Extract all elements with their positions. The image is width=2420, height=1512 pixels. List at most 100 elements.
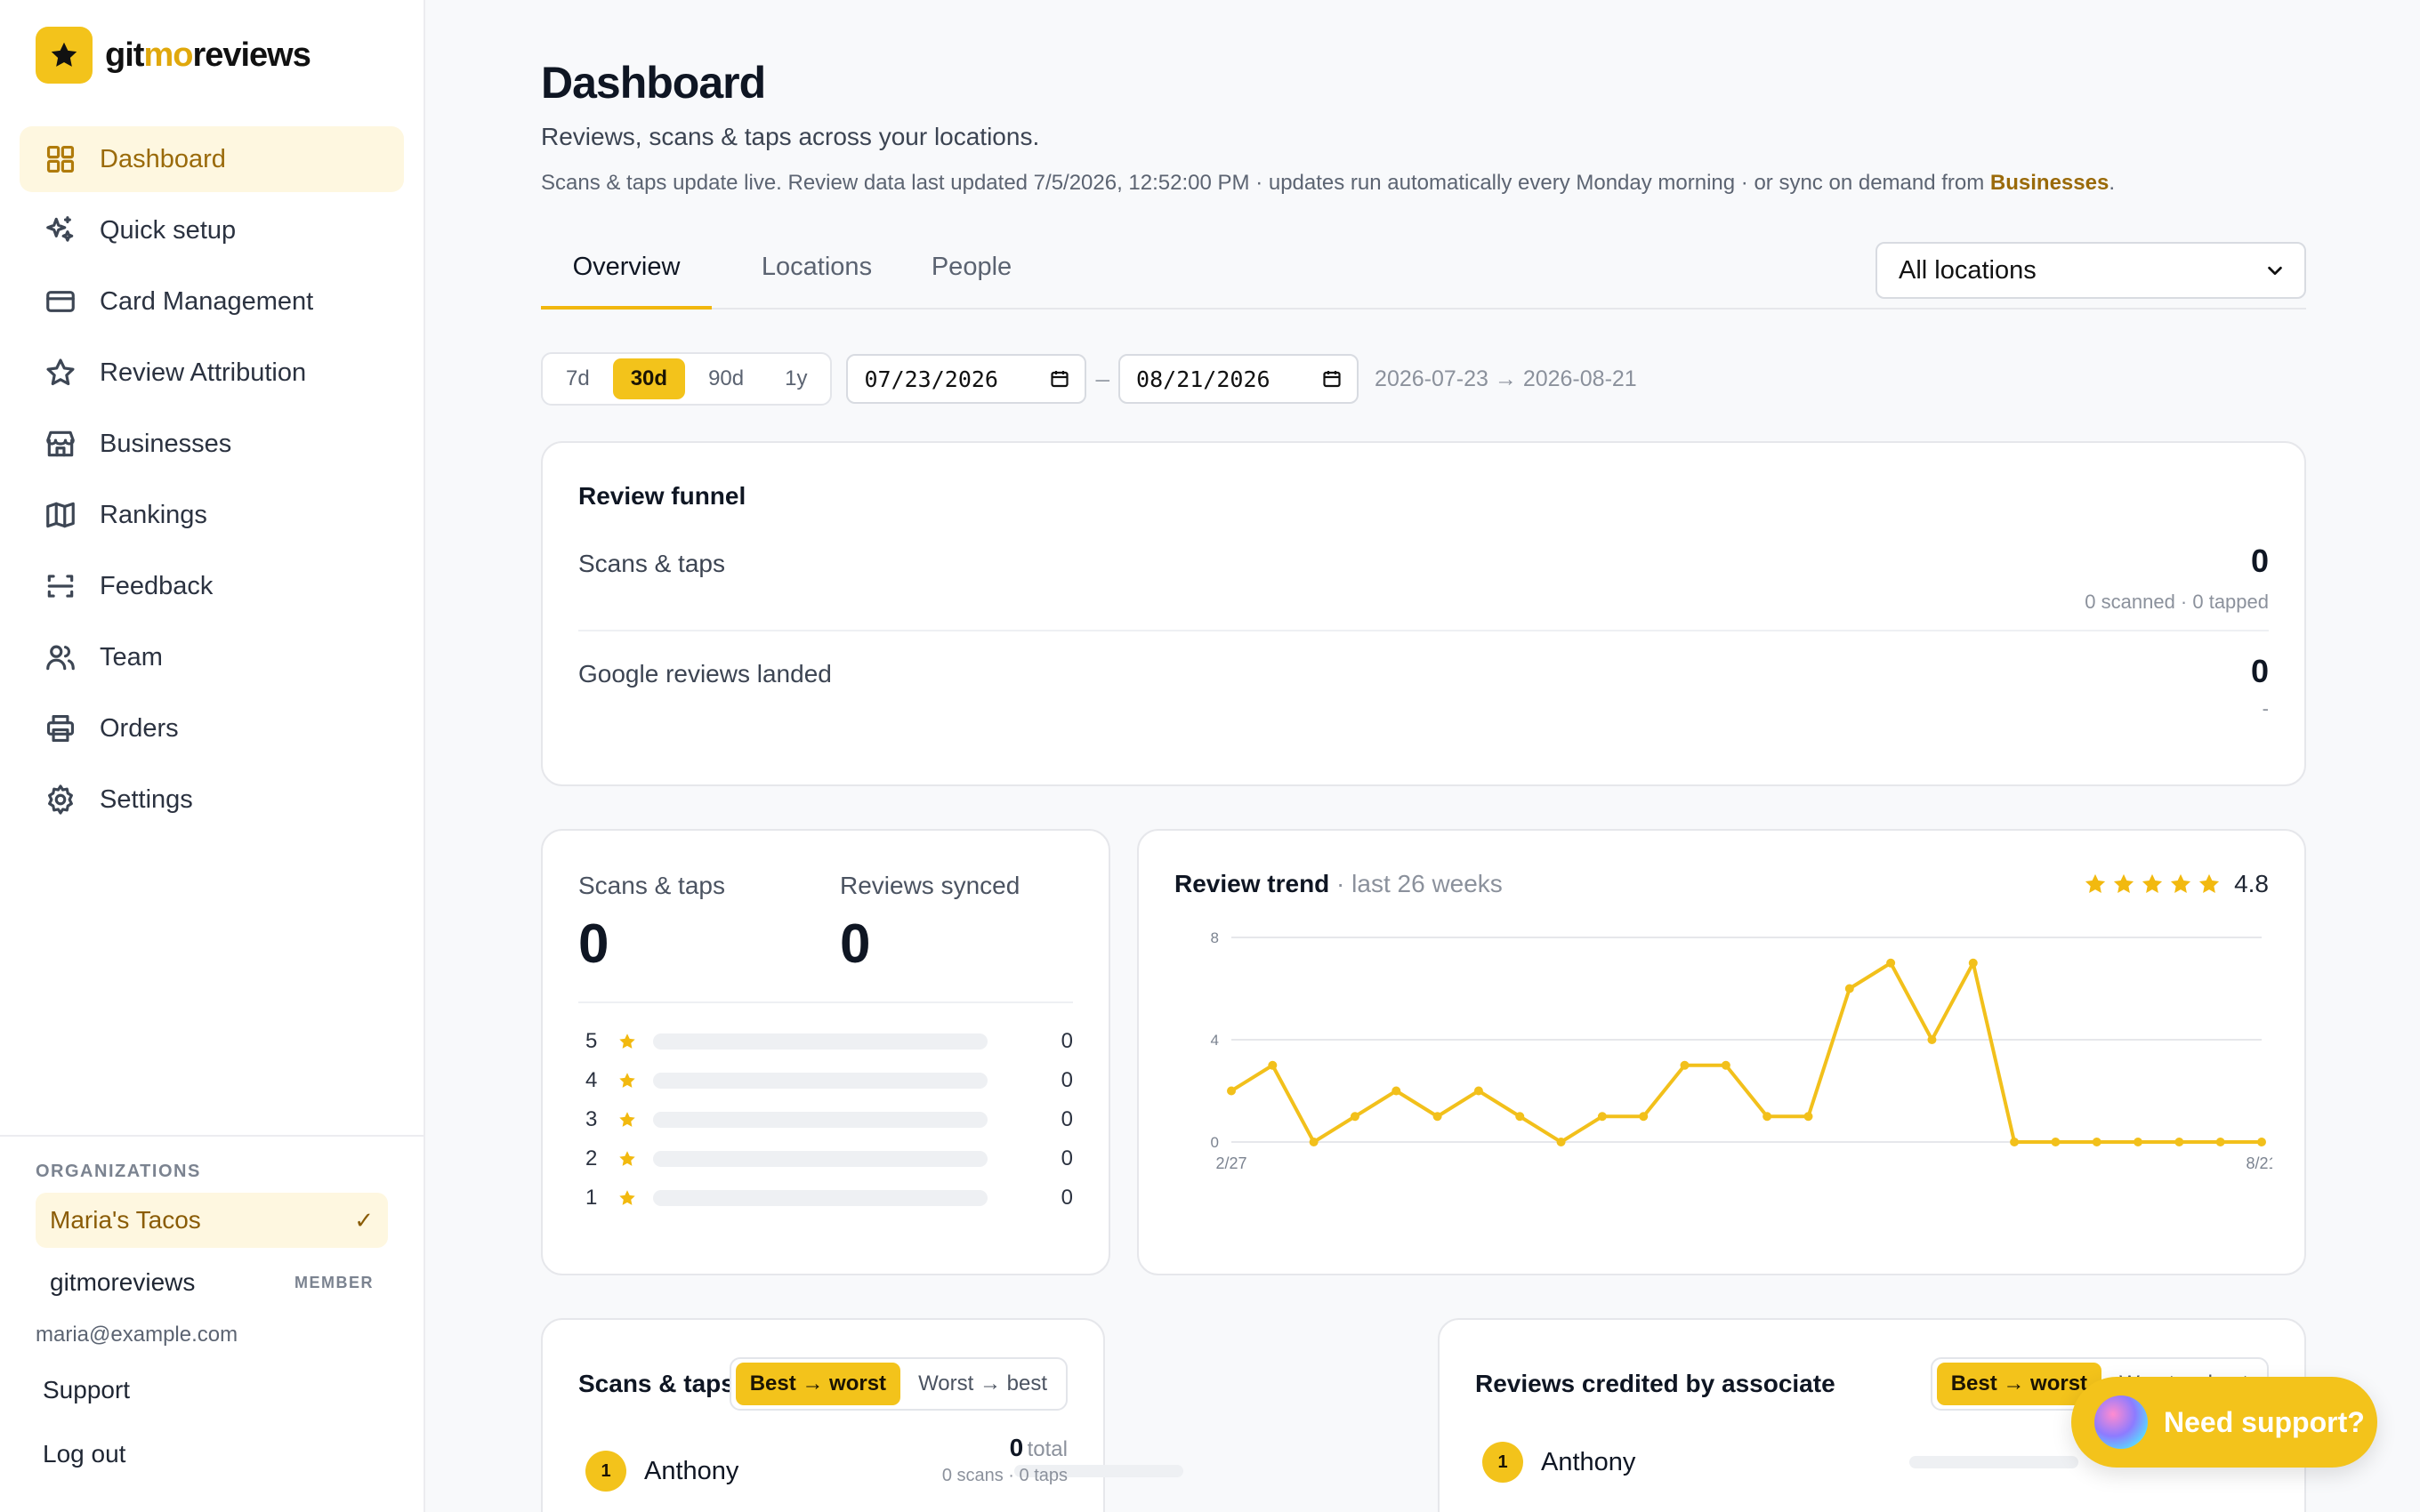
trend-point: [2051, 1138, 2061, 1146]
nav-label: Orders: [100, 713, 179, 743]
sparkles-icon: [43, 213, 78, 248]
nav-item-card-management[interactable]: Card Management: [20, 269, 404, 334]
nav-item-businesses[interactable]: Businesses: [20, 411, 404, 477]
funnel-subvalue: -: [2262, 697, 2269, 720]
scans-value: 0: [578, 913, 609, 975]
review-trend-chart: 0 4 8 2/27 8/21: [1211, 929, 2272, 1172]
organizations-heading: ORGANIZATIONS: [36, 1162, 201, 1181]
rating-bar: [653, 1033, 988, 1050]
location-select[interactable]: All locations: [1876, 242, 2306, 299]
associate-bar: [1909, 1456, 2078, 1468]
need-support-button[interactable]: Need support?: [2071, 1377, 2377, 1468]
nav-item-dashboard[interactable]: Dashboard: [20, 126, 404, 192]
star-icon: [2198, 873, 2220, 894]
trend-point: [1515, 1112, 1525, 1122]
y-tick-label: 8: [1211, 929, 1219, 946]
logout-link[interactable]: Log out: [36, 1422, 388, 1486]
page-subtitle: Reviews, scans & taps across your locati…: [541, 123, 1040, 150]
trend-point: [2257, 1138, 2266, 1146]
rating-row: 10: [585, 1185, 1073, 1211]
tab-locations[interactable]: Locations: [744, 253, 890, 310]
funnel-row-reviews: Google reviews landed 0 -: [578, 630, 2269, 738]
rating-count: 0: [1061, 1146, 1073, 1170]
date-range-bar: 7d 30d 90d 1y 07/23/2026 – 08/21/2026 20…: [541, 352, 1637, 406]
trend-point: [1803, 1112, 1813, 1122]
x-tick-label: 2/27: [1215, 1154, 1246, 1172]
rating-value: 4.8: [2234, 870, 2269, 897]
org-item-gitmoreviews[interactable]: gitmoreviews MEMBER: [36, 1255, 388, 1310]
start-date-value: 07/23/2026: [864, 366, 998, 392]
rating-stars-label: 5: [585, 1029, 598, 1053]
sync-note: Scans & taps update live. Review data la…: [541, 171, 2115, 195]
associate-name: Anthony: [1541, 1447, 1636, 1476]
review-funnel-card: Review funnel Scans & taps 0 0 scanned ·…: [541, 441, 2306, 786]
org-item-marias-tacos[interactable]: Maria's Tacos ✓: [36, 1193, 388, 1248]
preset-90d[interactable]: 90d: [690, 358, 762, 399]
calendar-icon: [1051, 371, 1069, 388]
star-icon: [2170, 873, 2191, 894]
businesses-link[interactable]: Businesses: [1990, 171, 2109, 195]
x-tick-label: 8/21: [2246, 1154, 2272, 1172]
rating-row: 40: [585, 1067, 1073, 1094]
end-date-input[interactable]: 08/21/2026: [1118, 354, 1359, 404]
nav-label: Review Attribution: [100, 358, 307, 387]
nav-item-rankings[interactable]: Rankings: [20, 482, 404, 548]
tab-overview[interactable]: Overview: [541, 253, 712, 310]
nav-item-quick-setup[interactable]: Quick setup: [20, 197, 404, 263]
funnel-label: Google reviews landed: [578, 660, 832, 688]
star-logo-icon: [36, 27, 93, 84]
associate-row: 1 Anthony 0 total 0 scans · 0 taps: [585, 1434, 1183, 1498]
trend-point: [1392, 1086, 1401, 1096]
star-icon: [2113, 873, 2134, 894]
star-icon: [2085, 873, 2106, 894]
rating-row: 20: [585, 1146, 1073, 1172]
tab-people[interactable]: People: [915, 253, 1028, 310]
nav-item-review-attribution[interactable]: Review Attribution: [20, 340, 404, 406]
sort-best-to-worst[interactable]: Best → worst: [735, 1363, 901, 1405]
nav-item-team[interactable]: Team: [20, 624, 404, 690]
support-link[interactable]: Support: [36, 1358, 388, 1422]
preset-1y[interactable]: 1y: [767, 358, 825, 399]
chevron-down-icon: [2268, 266, 2282, 276]
trend-point: [2215, 1138, 2225, 1146]
calendar-icon: [1323, 371, 1341, 388]
sort-worst-to-best[interactable]: Worst → best: [904, 1363, 1061, 1405]
preset-30d[interactable]: 30d: [612, 358, 686, 399]
rank-badge: 1: [1482, 1442, 1523, 1483]
start-date-input[interactable]: 07/23/2026: [846, 354, 1087, 404]
scans-by-associate-card: Scans & taps by associate Best → worst W…: [541, 1318, 1183, 1512]
rating-bar: [653, 1073, 988, 1089]
sidebar-nav: Dashboard Quick setup Card Management Re…: [20, 126, 404, 838]
rating-bar: [653, 1112, 988, 1128]
trend-point: [1639, 1112, 1649, 1122]
star-icon: [2142, 873, 2163, 894]
rating-count: 0: [1061, 1107, 1073, 1131]
trend-point: [1473, 1086, 1483, 1096]
nav-label: Settings: [100, 784, 193, 814]
trend-point: [1721, 1060, 1730, 1070]
trend-line: [1230, 961, 2262, 1144]
range-summary: 2026-07-23 → 2026-08-21: [1375, 366, 1637, 391]
users-icon: [43, 639, 78, 675]
trend-point: [1268, 1060, 1278, 1070]
star-icon: [619, 1112, 635, 1127]
nav-item-feedback[interactable]: Feedback: [20, 553, 404, 619]
preset-7d[interactable]: 7d: [548, 358, 608, 399]
logo[interactable]: gitmoreviews: [36, 27, 311, 84]
funnel-row-scans: Scans & taps 0 0 scanned · 0 tapped: [578, 521, 2269, 630]
trend-point: [2134, 1138, 2143, 1146]
support-label: Need support?: [2164, 1405, 2365, 1438]
trend-subtitle: · last 26 weeks: [1329, 870, 1503, 897]
nav-label: Card Management: [100, 286, 314, 316]
organizations-section: ORGANIZATIONS Maria's Tacos ✓ gitmorevie…: [0, 1135, 424, 1486]
rating-row: 50: [585, 1028, 1073, 1055]
location-select-value: All locations: [1899, 255, 2037, 285]
end-date-value: 08/21/2026: [1136, 366, 1270, 392]
trend-point: [1968, 958, 1978, 968]
nav-item-settings[interactable]: Settings: [20, 767, 404, 832]
funnel-label: Scans & taps: [578, 550, 725, 577]
rating-stars-label: 2: [585, 1146, 598, 1170]
gear-icon: [43, 782, 78, 817]
nav-item-orders[interactable]: Orders: [20, 696, 404, 761]
star-icon: [43, 355, 78, 390]
